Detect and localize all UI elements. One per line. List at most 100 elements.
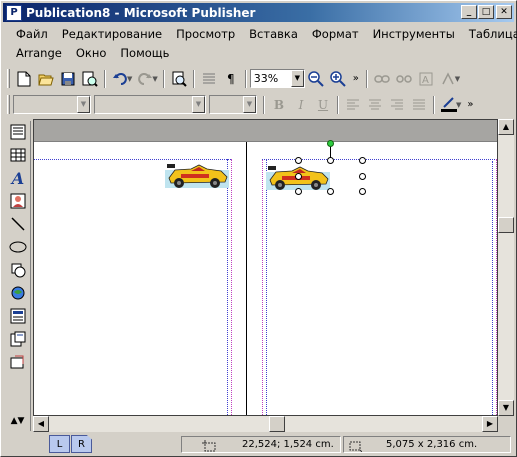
undo-dropdown-icon[interactable]: ▼ [127, 75, 132, 83]
palette-scroll-arrows[interactable]: ▲▼ [4, 416, 31, 432]
more-buttons-icon[interactable]: » [349, 68, 363, 90]
style-dropdown-icon[interactable]: ▼ [77, 96, 90, 113]
toolbar-options-icon[interactable]: ▼ [455, 75, 460, 83]
margin-guide-outer [492, 161, 493, 415]
horizontal-scroll-thumb[interactable] [269, 416, 285, 432]
window-controls: _ □ ✕ [460, 5, 512, 19]
vertical-scroll-thumb[interactable] [498, 217, 514, 233]
scroll-left-button[interactable]: ◀ [33, 416, 49, 432]
font-size-dropdown-icon[interactable]: ▼ [243, 96, 256, 113]
status-bar: L R 22,524; 1,524 cm. 5,075 x 2,316 cm. [3, 434, 514, 455]
page-tab-left[interactable]: L [49, 435, 70, 453]
italic-button[interactable]: I [290, 94, 312, 116]
scroll-up-button[interactable]: ▲ [498, 119, 514, 135]
menu-edit[interactable]: Редактирование [54, 27, 168, 41]
menu-format[interactable]: Формат [304, 27, 365, 41]
menu-tools[interactable]: Инструменты [365, 27, 461, 41]
formatting-toolbar: ▼ ▼ ▼ B I U ▼ » [4, 92, 514, 117]
menu-file[interactable]: Файл [4, 27, 54, 41]
autoshapes-tool-icon[interactable] [6, 259, 30, 281]
race-car-clipart-left[interactable] [165, 160, 229, 193]
zoom-in-icon[interactable] [327, 68, 349, 90]
page-right[interactable] [256, 140, 497, 415]
objects-toolbar: A [4, 121, 31, 431]
columns-icon[interactable] [198, 68, 220, 90]
menu-help[interactable]: Помощь [112, 46, 175, 60]
menu-arrange[interactable]: Arrange [4, 46, 68, 60]
pilcrow-icon[interactable]: ¶ [220, 68, 242, 90]
text-wrap-icon[interactable]: A [415, 68, 437, 90]
clip-gallery-tool-icon[interactable] [6, 282, 30, 304]
resize-handle-top-left[interactable] [295, 157, 302, 164]
font-size-combobox[interactable]: ▼ [209, 95, 257, 114]
page-navigator: L R [49, 435, 93, 453]
line-tool-icon[interactable] [6, 213, 30, 235]
resize-handle-left[interactable] [295, 173, 302, 180]
link-icon[interactable] [371, 68, 393, 90]
page-edge-guide [231, 159, 232, 415]
design-gallery-tool-icon[interactable] [6, 328, 30, 350]
zoom-out-icon[interactable] [305, 68, 327, 90]
minimize-button[interactable]: _ [461, 5, 477, 19]
page-spine [246, 142, 247, 415]
position-readout: 22,524; 1,524 cm. [242, 439, 334, 450]
document-workspace[interactable] [33, 119, 498, 416]
save-icon[interactable] [57, 68, 79, 90]
maximize-button[interactable]: □ [478, 5, 494, 19]
resize-handle-bottom-left[interactable] [295, 188, 302, 195]
zoom-dropdown-icon[interactable]: ▼ [290, 70, 304, 87]
align-center-icon[interactable] [364, 94, 386, 116]
horizontal-scrollbar[interactable]: ◀ ▶ [33, 416, 498, 432]
title-bar[interactable]: P Publication8 - Microsoft Publisher _ □… [3, 3, 514, 22]
picture-tool-icon[interactable] [6, 190, 30, 212]
table-tool-icon[interactable] [6, 144, 30, 166]
align-right-icon[interactable] [386, 94, 408, 116]
vertical-scrollbar[interactable]: ▲ ▼ [498, 119, 514, 416]
publisher-app-icon[interactable]: P [6, 4, 22, 21]
style-combobox[interactable]: ▼ [13, 95, 91, 114]
page-tab-right[interactable]: R [71, 435, 92, 453]
print-preview-icon[interactable] [79, 68, 101, 90]
menu-row-1: Файл Редактирование Просмотр Вставка Фор… [4, 24, 517, 43]
position-icon [202, 440, 216, 452]
toolbar-separator [104, 69, 106, 88]
open-icon[interactable] [35, 68, 57, 90]
more-objects-tool-icon[interactable] [6, 351, 30, 373]
zoom-preview-icon[interactable] [168, 68, 190, 90]
menu-table[interactable]: Таблица [461, 27, 517, 41]
page-edge-guide-outer [496, 159, 497, 415]
redo-dropdown-icon[interactable]: ▼ [152, 75, 157, 83]
scroll-right-button[interactable]: ▶ [482, 416, 498, 432]
more-buttons-icon-2[interactable]: » [463, 94, 477, 116]
justify-icon[interactable] [408, 94, 430, 116]
resize-handle-bottom[interactable] [327, 188, 334, 195]
text-box-tool-icon[interactable] [6, 121, 30, 143]
toolbar-grip[interactable] [7, 69, 10, 88]
menu-view[interactable]: Просмотр [168, 27, 241, 41]
wordart-tool-icon[interactable]: A [6, 167, 30, 189]
resize-handle-bottom-right[interactable] [359, 188, 366, 195]
underline-button[interactable]: U [312, 94, 334, 116]
resize-handle-right[interactable] [359, 173, 366, 180]
menu-window[interactable]: Окно [68, 46, 113, 60]
zoom-value: 33% [253, 72, 279, 85]
menu-insert[interactable]: Вставка [241, 27, 304, 41]
font-dropdown-icon[interactable]: ▼ [192, 96, 205, 113]
zoom-combobox[interactable]: 33% ▼ [249, 69, 305, 88]
close-button[interactable]: ✕ [496, 5, 512, 19]
resize-handle-top[interactable] [327, 157, 334, 164]
page-left[interactable] [34, 142, 239, 415]
new-icon[interactable] [13, 68, 35, 90]
scroll-down-button[interactable]: ▼ [498, 400, 514, 416]
align-left-icon[interactable] [342, 94, 364, 116]
bold-button[interactable]: B [268, 94, 290, 116]
rotation-handle[interactable] [327, 140, 334, 147]
font-combobox[interactable]: ▼ [94, 95, 206, 114]
line-color-dropdown-icon[interactable]: ▼ [456, 101, 461, 109]
oval-tool-icon[interactable] [6, 236, 30, 258]
resize-handle-top-right[interactable] [359, 157, 366, 164]
form-tool-icon[interactable] [6, 305, 30, 327]
unlink-icon[interactable] [393, 68, 415, 90]
size-readout: 5,075 x 2,316 cm. [386, 439, 478, 450]
toolbar-grip[interactable] [7, 95, 10, 114]
